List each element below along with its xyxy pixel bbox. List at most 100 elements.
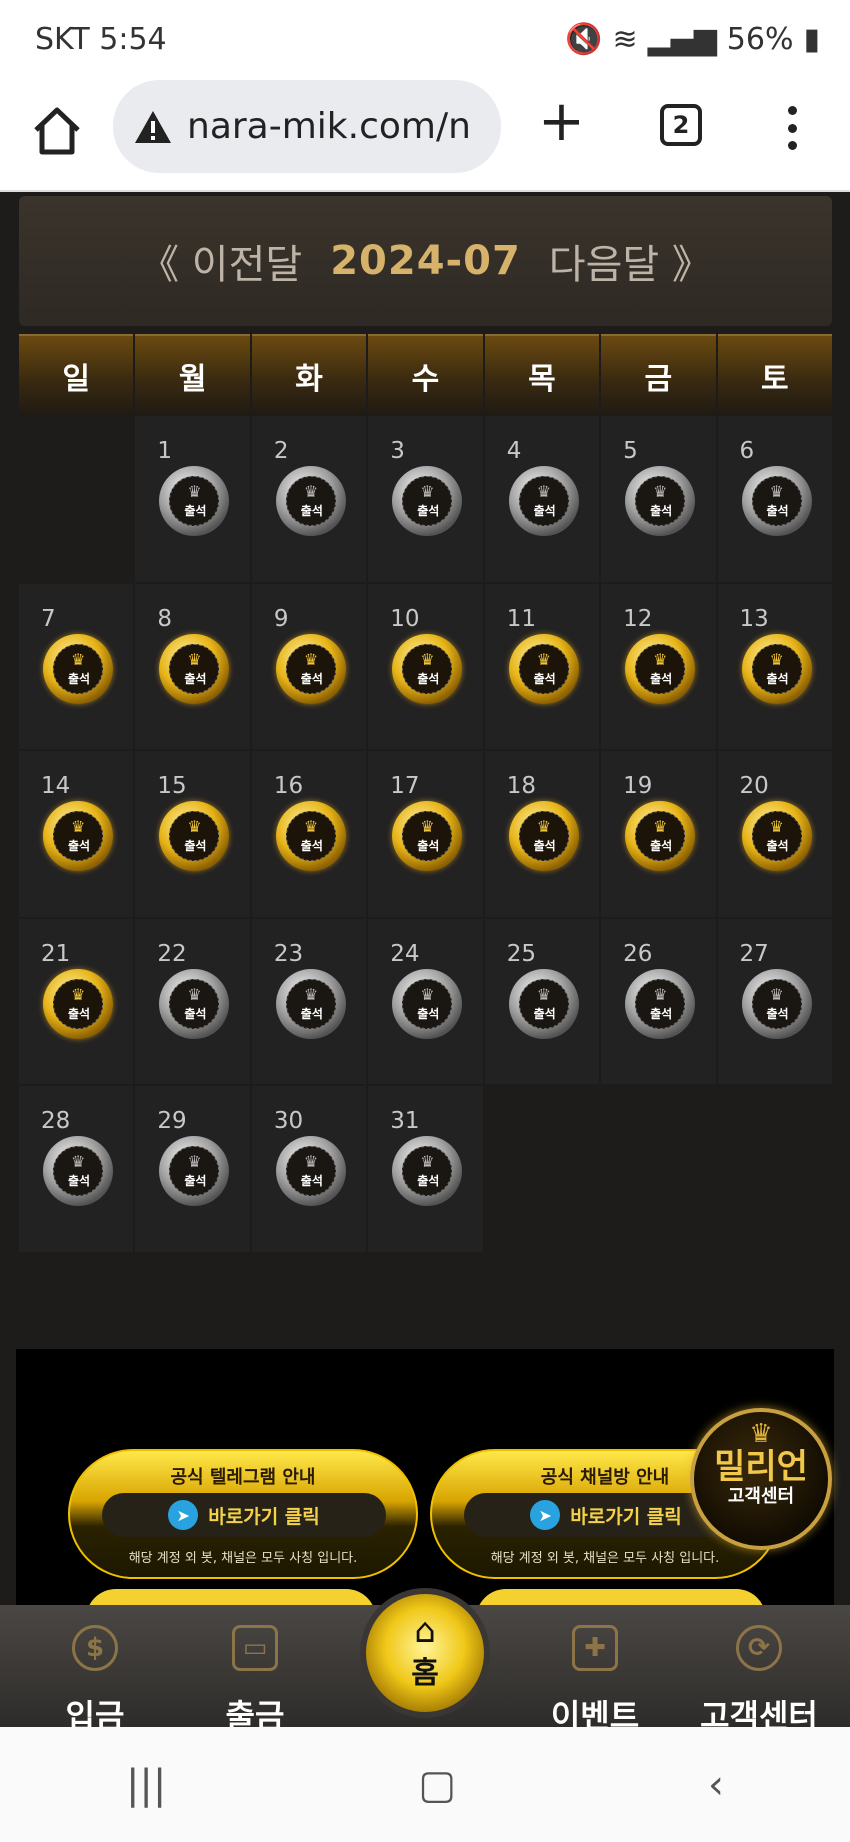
customer-center-badge[interactable]: ♛ 밀리언 고객센터	[690, 1408, 832, 1550]
calendar-day-cell[interactable]: 15 ♛ 출석	[135, 751, 250, 917]
calendar-day-cell[interactable]: 6 ♛ 출석	[717, 416, 832, 582]
day-number: 18	[506, 773, 536, 799]
next-month-link[interactable]: 다음달 》	[549, 232, 712, 290]
calendar-day-cell[interactable]: 20 ♛ 출석	[717, 751, 832, 917]
badge-label: 출석	[533, 839, 556, 853]
calendar-day-cell[interactable]: 17 ♛ 출석	[368, 751, 483, 917]
badge-label: 출석	[417, 504, 440, 518]
crown-icon: ♛	[303, 984, 319, 1004]
day-number: 8	[157, 605, 173, 632]
crown-icon: ♛	[420, 649, 435, 669]
back-icon[interactable]: ‹	[708, 1762, 724, 1808]
nav-support[interactable]: ⟳ 고객센터	[684, 1625, 834, 1737]
badge-label: 출석	[766, 1006, 789, 1021]
wallet-icon: ▭	[232, 1625, 278, 1671]
calendar-day-cell[interactable]: 16 ♛ 출석	[251, 751, 367, 917]
telegram-pill[interactable]: 공식 텔레그램 안내 ➤ 바로가기 클릭 해당 계정 외 봇, 채널은 모두 사…	[68, 1449, 418, 1579]
day-number: 25	[506, 940, 536, 967]
attendance-badge-checked: ♛ 출석	[625, 801, 696, 871]
attendance-badge-unchecked: ♛ 출석	[741, 466, 812, 536]
badge-label: 출석	[300, 1174, 323, 1188]
calendar-day-cell[interactable]: 25 ♛ 출석	[484, 918, 600, 1084]
tab-switcher-button[interactable]: 2	[660, 104, 702, 146]
calendar-day-cell[interactable]: 19 ♛ 출석	[601, 751, 716, 917]
system-home-icon[interactable]: ▢	[418, 1762, 456, 1808]
attendance-badge-checked: ♛ 출석	[741, 801, 812, 871]
crown-icon: ♛	[769, 984, 784, 1004]
attendance-badge-unchecked: ♛ 출석	[159, 1136, 230, 1206]
system-navigation: ||| ▢ ‹	[0, 1727, 850, 1842]
nav-deposit[interactable]: $ 입금	[20, 1625, 170, 1737]
crown-icon: ♛	[303, 1152, 319, 1171]
more-menu-button[interactable]	[784, 106, 800, 150]
calendar-day-cell[interactable]: 5 ♛ 출석	[601, 416, 716, 582]
calendar-day-cell[interactable]: 12 ♛ 출석	[601, 583, 716, 749]
calendar-day-cell[interactable]: 2 ♛ 출석	[251, 416, 367, 582]
weekday-thu: 목	[484, 334, 600, 416]
day-number: 16	[273, 773, 304, 799]
calendar-empty-cell	[485, 1086, 599, 1252]
telegram-link-label: 바로가기 클릭	[208, 1505, 320, 1528]
calendar-day-cell[interactable]: 10 ♛ 출석	[368, 583, 483, 749]
calendar-day-cell[interactable]: 4 ♛ 출석	[484, 416, 600, 582]
attendance-badge-unchecked: ♛ 출석	[43, 1136, 113, 1206]
attendance-badge-unchecked: ♛ 출석	[275, 968, 346, 1039]
calendar-empty-cell	[718, 1086, 832, 1252]
calendar-day-cell[interactable]: 31 ♛ 출석	[368, 1086, 483, 1252]
home-icon[interactable]	[30, 104, 84, 158]
calendar-day-cell[interactable]: 29 ♛ 출석	[135, 1086, 250, 1252]
calendar-day-cell[interactable]: 26 ♛ 출석	[601, 918, 716, 1084]
calendar-day-cell[interactable]: 23 ♛ 출석	[251, 918, 367, 1084]
calendar-day-cell[interactable]: 9 ♛ 출석	[251, 583, 367, 749]
attendance-badge-unchecked: ♛ 출석	[275, 1136, 346, 1206]
badge-label: 출석	[650, 839, 673, 853]
crown-icon: ♛	[420, 482, 435, 501]
calendar-day-cell[interactable]: 7 ♛ 출석	[19, 583, 134, 749]
badge-label: 출석	[417, 1174, 440, 1188]
day-number: 15	[157, 773, 187, 799]
prev-month-link[interactable]: 《 이전달	[139, 232, 302, 290]
attendance-badge-checked: ♛ 출석	[741, 633, 812, 704]
badge-label: 출석	[300, 671, 323, 686]
calendar-day-cell[interactable]: 3 ♛ 출석	[368, 416, 483, 582]
calendar-day-cell[interactable]: 28 ♛ 출석	[19, 1086, 134, 1252]
attendance-badge-checked: ♛ 출석	[508, 633, 579, 704]
nav-home-button[interactable]: ⌂ 홈	[360, 1588, 490, 1718]
day-number: 19	[623, 773, 653, 799]
calendar-day-cell[interactable]: 13 ♛ 출석	[717, 583, 832, 749]
calendar-day-cell[interactable]: 14 ♛ 출석	[19, 751, 134, 917]
crown-icon: ♛	[71, 984, 86, 1004]
weekday-sun: 일	[19, 334, 134, 416]
calendar-day-cell[interactable]: 22 ♛ 출석	[135, 918, 250, 1084]
calendar-day-cell[interactable]: 18 ♛ 출석	[484, 751, 600, 917]
calendar-day-cell[interactable]: 8 ♛ 출석	[135, 583, 250, 749]
day-number: 7	[41, 605, 56, 632]
calendar-day-cell[interactable]: 21 ♛ 출석	[19, 918, 134, 1084]
day-number: 26	[623, 940, 653, 967]
crown-icon: ♛	[303, 649, 319, 669]
attendance-badge-checked: ♛ 출석	[275, 633, 346, 704]
nav-withdraw[interactable]: ▭ 출금	[180, 1625, 330, 1737]
crown-icon: ♛	[536, 649, 552, 669]
crown-icon: ♛	[71, 649, 86, 669]
crown-icon: ♛	[187, 984, 202, 1004]
badge-label: 출석	[67, 1174, 91, 1188]
recent-apps-icon[interactable]: |||	[126, 1762, 166, 1808]
calendar-day-cell[interactable]: 24 ♛ 출석	[368, 918, 483, 1084]
calendar-day-cell[interactable]: 30 ♛ 출석	[251, 1086, 367, 1252]
telegram-link-button[interactable]: ➤ 바로가기 클릭	[102, 1493, 386, 1537]
calendar-day-cell[interactable]: 27 ♛ 출석	[717, 918, 832, 1084]
telegram-icon: ➤	[168, 1500, 199, 1530]
attendance-badge-checked: ♛ 출석	[392, 633, 463, 704]
status-bar: SKT 5:54 🔇 ≋ ▂▄▆ 56% ▮	[0, 0, 850, 80]
address-bar[interactable]: nara-mik.com/n	[113, 80, 501, 173]
attendance-badge-checked: ♛ 출석	[625, 633, 696, 704]
weekday-fri: 금	[601, 334, 716, 416]
nav-event[interactable]: ✚ 이벤트	[520, 1625, 670, 1737]
new-tab-button[interactable]: +	[538, 94, 585, 150]
calendar-day-cell[interactable]: 11 ♛ 출석	[484, 583, 600, 749]
calendar-week-row: 28 ♛ 출석 29 ♛ 출석 30 ♛ 출석 31 ♛ 출석	[19, 1086, 832, 1254]
crown-icon: ♛	[71, 817, 86, 836]
calendar-day-cell[interactable]: 1 ♛ 출석	[135, 416, 250, 582]
crown-icon: ♛	[536, 817, 552, 836]
